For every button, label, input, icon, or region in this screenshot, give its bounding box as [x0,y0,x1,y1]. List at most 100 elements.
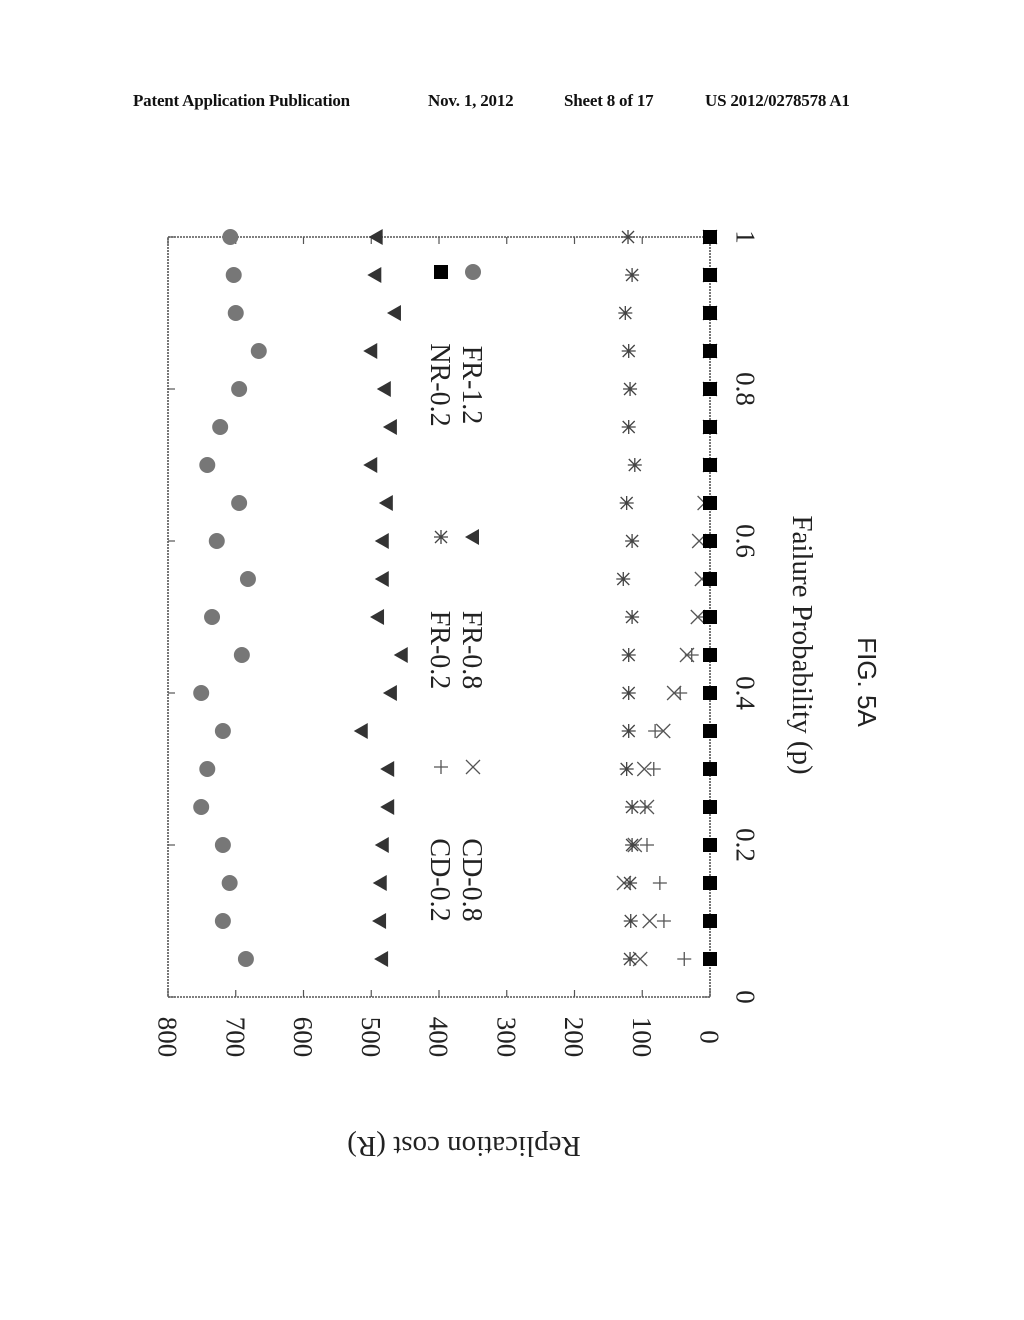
data-point [367,267,382,283]
legend-item: FR-0.2 [424,530,455,689]
data-point [621,420,636,434]
y-tick-label: 300 [491,1017,521,1058]
x-axis-label: Failure Probability (p) [786,515,818,774]
data-point [353,723,368,739]
data-point [625,610,640,624]
legend-item: NR-0.2 [424,265,455,427]
data-point [222,229,239,245]
data-point [372,875,387,891]
data-point [673,686,688,700]
data-point [225,267,242,283]
legend-label: FR-1.2 [456,346,487,425]
data-point [623,876,638,890]
data-point [378,495,393,511]
legend-item: CD-0.8 [456,759,487,922]
data-point [374,837,389,853]
data-point [237,951,254,967]
data-point [208,533,225,549]
legend-label: FR-0.2 [424,611,455,690]
series-fr-0-2 [616,230,642,966]
legend-marker-asterisk-icon [434,530,448,544]
legend: CD-0.2 CD-0.8 FR-0.2 FR-0.8 NR-0.2 FR-1.2 [424,264,487,922]
data-point [703,420,717,434]
data-point [621,344,636,358]
data-point [703,952,717,966]
data-point [621,230,636,244]
data-point [703,230,717,244]
legend-marker-triangle-icon [465,529,479,545]
data-point [703,686,717,700]
data-point [214,837,231,853]
data-point [363,457,378,473]
data-point [250,343,267,359]
y-tick-label: 600 [288,1017,318,1058]
data-point [199,457,216,473]
data-point [639,838,654,852]
figure-caption: FIG. 5A [852,637,882,727]
x-tick-label: 0.2 [731,828,761,862]
data-point [652,876,667,890]
data-point [648,724,663,738]
data-point [214,913,231,929]
data-point [623,914,638,928]
legend-item: CD-0.2 [424,760,455,922]
y-tick-label: 0 [695,1030,725,1044]
data-point [618,306,633,320]
y-tick-label: 700 [220,1017,250,1058]
y-tick-label: 200 [559,1017,589,1058]
data-point [193,685,210,701]
legend-marker-square-icon [434,265,448,279]
legend-label: CD-0.8 [456,838,487,921]
y-tick-label: 100 [627,1017,657,1058]
legend-item: FR-1.2 [456,264,487,424]
data-point [239,571,256,587]
data-point [376,381,391,397]
data-point [703,838,717,852]
data-point [703,914,717,928]
data-point [204,609,221,625]
data-point [621,686,636,700]
series-fr-0-8 [353,229,408,967]
data-point [370,609,385,625]
y-tick-label: 400 [424,1017,454,1058]
data-point [374,951,389,967]
data-point [372,913,387,929]
data-point [382,685,397,701]
data-point [623,952,638,966]
data-point [703,648,717,662]
data-point [703,762,717,776]
data-point [703,496,717,510]
data-point [212,419,229,435]
data-point [625,838,640,852]
x-tick-label: 0.4 [731,676,761,710]
data-point [703,306,717,320]
data-point [374,571,389,587]
data-point [619,496,634,510]
data-point [642,913,658,929]
data-point [231,495,248,511]
legend-label: CD-0.2 [424,838,455,921]
y-tick-label: 500 [356,1017,386,1058]
data-point [231,381,248,397]
x-tick-label: 0.8 [731,372,761,406]
data-point [627,458,642,472]
data-point [703,724,717,738]
data-point [619,762,634,776]
data-point [703,876,717,890]
data-point [656,914,671,928]
data-point [227,305,244,321]
data-point [382,419,397,435]
series-fr-1-2 [193,229,267,967]
data-point [703,800,717,814]
data-point [677,952,692,966]
data-point [703,344,717,358]
figure-5a-chart: 00.20.40.60.810100200300400500600700800 … [153,229,882,1162]
legend-label: NR-0.2 [424,343,455,426]
legend-marker-cross-icon [465,759,481,775]
data-point [703,610,717,624]
legend-marker-circle-icon [465,264,481,280]
data-point [380,761,395,777]
data-point [625,268,640,282]
series-cd-0-8 [616,229,718,967]
data-point [616,572,631,586]
